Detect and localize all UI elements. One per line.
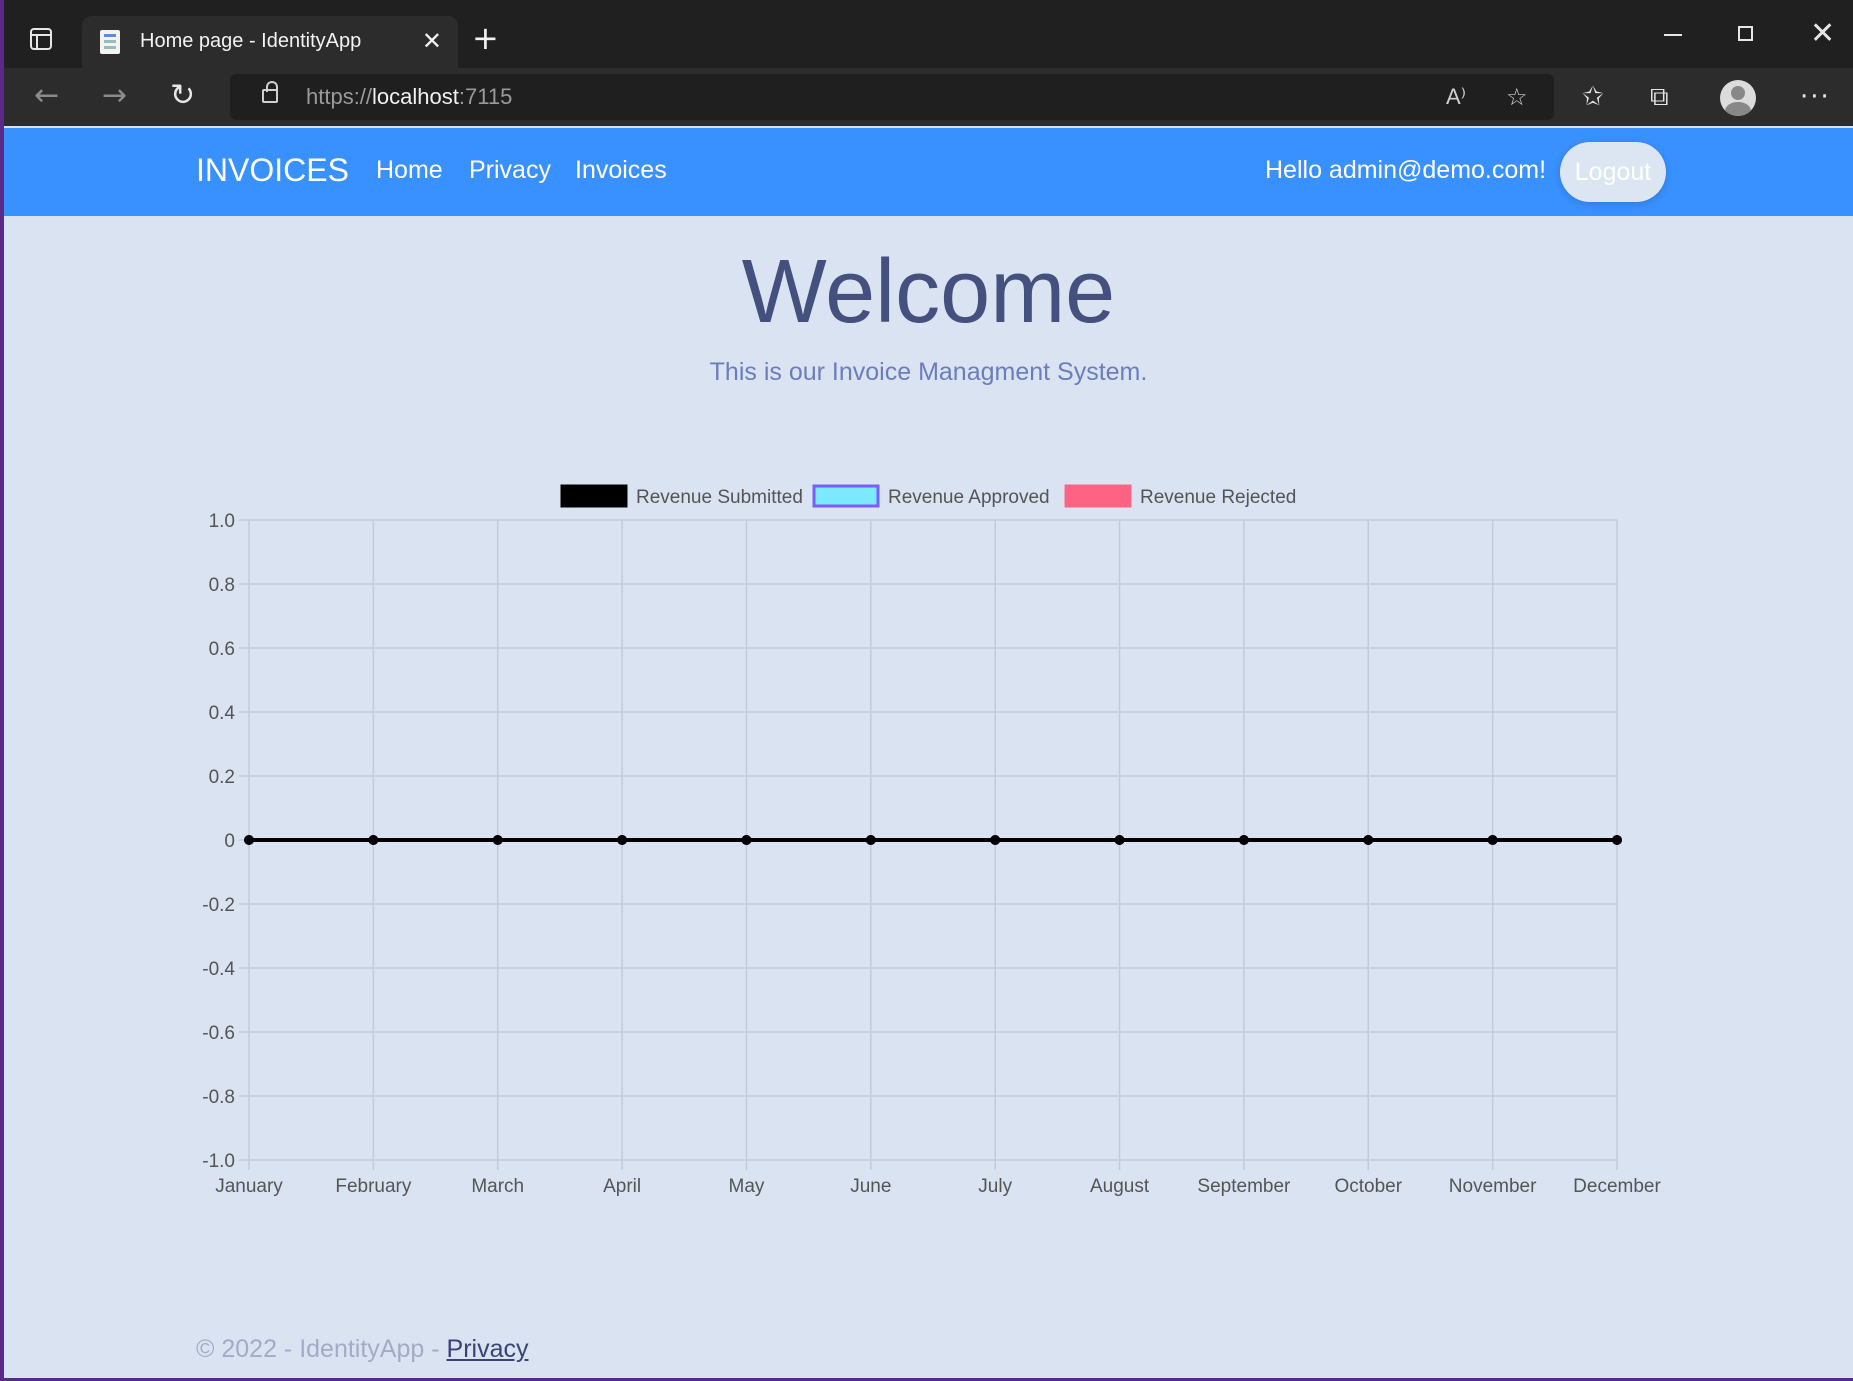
y-tick-label: 0.6: [209, 639, 235, 660]
x-tick-label: September: [1197, 1176, 1291, 1197]
legend-label: Revenue Rejected: [1140, 487, 1296, 508]
browser-tab[interactable]: Home page - IdentityApp ✕: [82, 16, 458, 68]
user-greeting: Hello admin@demo.com!: [1265, 156, 1547, 184]
minimize-icon[interactable]: [1664, 34, 1682, 36]
more-options-icon[interactable]: ···: [1800, 80, 1831, 114]
series-point: [617, 835, 628, 845]
series-point: [1487, 835, 1498, 845]
page-subtitle: This is our Invoice Managment System.: [709, 358, 1148, 386]
series-point: [865, 835, 876, 845]
legend-swatch: [560, 484, 628, 508]
y-tick-label: -1.0: [202, 1151, 235, 1172]
browser-title-bar: Home page - IdentityApp ✕ + ✕: [4, 0, 1853, 68]
close-tab-icon[interactable]: ✕: [422, 26, 442, 56]
new-tab-button[interactable]: +: [472, 20, 499, 56]
y-tick-label: -0.4: [202, 959, 235, 980]
series-point: [244, 835, 254, 845]
x-tick-label: May: [729, 1176, 765, 1197]
series-point: [1114, 835, 1125, 845]
profile-avatar-icon[interactable]: [1720, 80, 1756, 116]
y-tick-label: -0.6: [202, 1023, 235, 1044]
series-point: [741, 835, 752, 845]
y-tick-label: 1.0: [209, 511, 235, 532]
logout-button[interactable]: Logout: [1560, 142, 1666, 202]
series-point: [1238, 835, 1249, 845]
close-window-icon[interactable]: ✕: [1810, 16, 1835, 52]
add-favorite-icon[interactable]: ☆: [1506, 82, 1528, 112]
series-point: [1363, 835, 1374, 845]
address-bar[interactable]: https://localhost:7115 A⁾ ☆: [230, 74, 1554, 120]
legend-swatch: [812, 484, 880, 508]
x-tick-label: August: [1090, 1176, 1150, 1197]
footer: © 2022 - IdentityApp - Privacy: [196, 1335, 528, 1364]
legend-swatch: [1064, 484, 1132, 508]
revenue-chart-svg: 1.0 0.8 0.6 0.4 0.2 0 -0.2 -0.4 -0.6 -0.8 -1.0 Janu…: [202, 484, 1661, 1197]
y-tick-label: 0: [224, 831, 235, 852]
x-tick-label: June: [850, 1176, 891, 1197]
series-point: [492, 835, 503, 845]
legend-label: Revenue Submitted: [636, 487, 803, 508]
tab-title: Home page - IdentityApp: [140, 30, 362, 52]
page-favicon-icon: [100, 30, 120, 54]
read-aloud-icon[interactable]: A⁾: [1446, 82, 1466, 112]
revenue-chart: 1.0 0.8 0.6 0.4 0.2 0 -0.2 -0.4 -0.6 -0.8 -1.0 Janu…: [4, 470, 1853, 1210]
tab-actions-icon[interactable]: [30, 28, 52, 50]
y-tick-label: 0.4: [209, 703, 236, 724]
back-arrow-icon[interactable]: ←: [34, 78, 59, 114]
series-point: [990, 835, 1001, 845]
nav-link-invoices[interactable]: Invoices: [575, 156, 667, 185]
maximize-icon[interactable]: [1738, 26, 1753, 41]
site-navbar: INVOICES Home Privacy Invoices Hello adm…: [4, 128, 1853, 216]
y-tick-label: 0.2: [209, 767, 235, 788]
y-tick-label: -0.2: [202, 895, 235, 916]
favorites-icon[interactable]: ✩: [1582, 80, 1604, 114]
x-tick-label: July: [978, 1176, 1012, 1197]
nav-link-home[interactable]: Home: [376, 156, 443, 185]
reload-icon[interactable]: ↻: [170, 78, 195, 114]
forward-arrow-icon[interactable]: →: [102, 78, 127, 114]
footer-copyright: © 2022 - IdentityApp -: [196, 1335, 447, 1363]
lock-icon[interactable]: [262, 81, 278, 103]
y-tick-label: -0.8: [202, 1087, 235, 1108]
legend-label: Revenue Approved: [888, 487, 1050, 508]
collections-icon[interactable]: ⧉: [1650, 80, 1669, 114]
y-tick-label: 0.8: [209, 575, 235, 596]
x-tick-label: November: [1449, 1176, 1537, 1197]
footer-privacy-link[interactable]: Privacy: [447, 1335, 529, 1363]
nav-link-privacy[interactable]: Privacy: [469, 156, 551, 185]
x-tick-label: April: [603, 1176, 641, 1197]
series-point: [1612, 835, 1622, 845]
browser-toolbar: ← → ↻ https://localhost:7115 A⁾ ☆ ✩ ⧉ ··…: [4, 68, 1853, 126]
x-tick-label: December: [1573, 1176, 1661, 1197]
x-tick-label: January: [215, 1176, 283, 1197]
x-tick-label: February: [335, 1176, 412, 1197]
page-title: Welcome: [741, 242, 1116, 342]
series-point: [368, 835, 379, 845]
x-tick-label: October: [1334, 1176, 1402, 1197]
brand-link[interactable]: INVOICES: [196, 152, 349, 189]
url-text[interactable]: https://localhost:7115: [306, 84, 512, 110]
x-tick-label: March: [471, 1176, 524, 1197]
browser-window: Home page - IdentityApp ✕ + ✕ ← → ↻ http…: [4, 0, 1853, 1378]
